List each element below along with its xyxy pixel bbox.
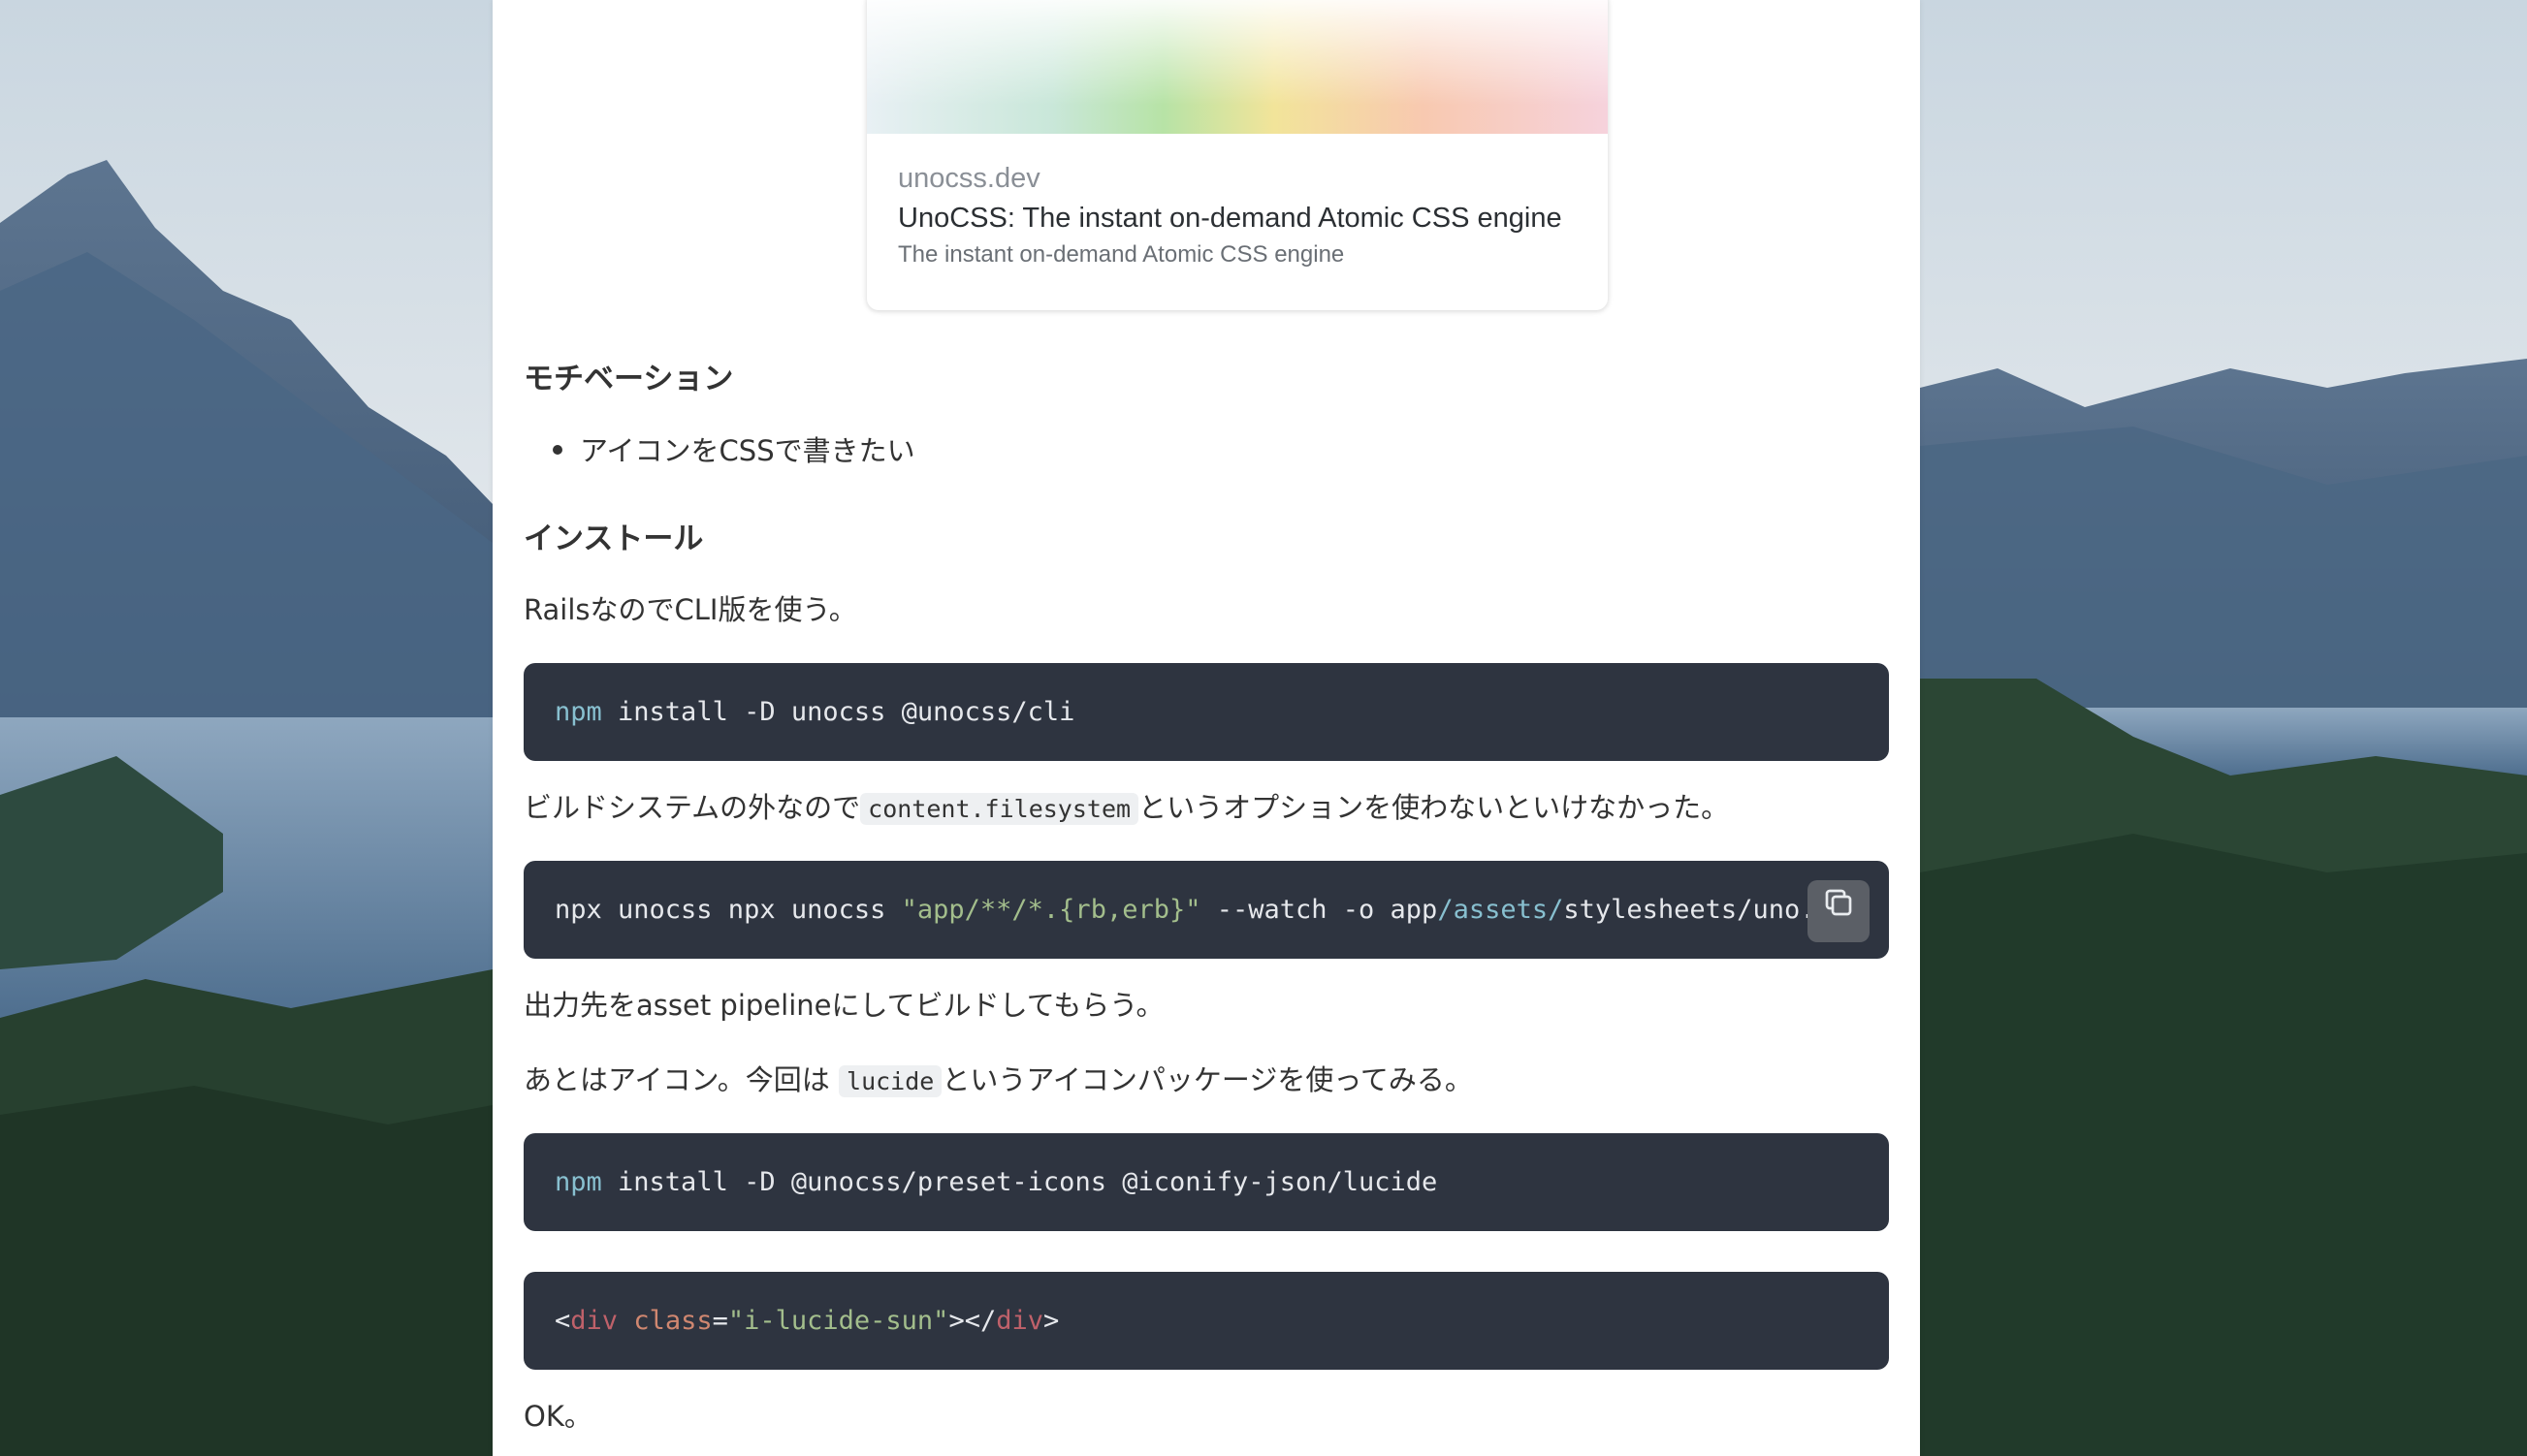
heading-install: インストール <box>524 522 704 556</box>
inline-code: lucide <box>839 1065 943 1097</box>
list-item-text: アイコンをCSSで書きたい <box>580 434 915 467</box>
link-card-description: The instant on-demand Atomic CSS engine <box>898 241 1345 268</box>
copy-icon <box>1821 863 1856 961</box>
link-card[interactable]: unocss.dev UnoCSS: The instant on-demand… <box>867 0 1608 310</box>
paragraph-lucide: あとはアイコン。今回は lucide というアイコンパッケージを使ってみる。 <box>524 1058 1473 1098</box>
link-card-title: UnoCSS: The instant on-demand Atomic CSS… <box>898 203 1562 234</box>
code-text: install -D @unocss/preset-icons @iconify… <box>601 1167 1438 1197</box>
code-text: npx unocss npx unocss <box>555 895 902 925</box>
code-punct: > <box>1043 1306 1060 1336</box>
code-punct: ></ <box>948 1306 997 1336</box>
bullet-icon <box>553 445 562 455</box>
code-path: /assets/ <box>1437 895 1564 925</box>
paragraph-text: というアイコンパッケージを使ってみる。 <box>942 1063 1473 1096</box>
code-text: --watch -o app <box>1200 895 1438 925</box>
paragraph-ok: OK。 <box>524 1400 592 1433</box>
paragraph-filesystem: ビルドシステムの外なので content.filesystem というオプションを使… <box>524 785 1729 826</box>
code-tag: div <box>570 1306 619 1336</box>
article-panel: unocss.dev UnoCSS: The instant on-demand… <box>493 0 1920 1456</box>
paragraph-rails-cli: RailsなのでCLI版を使う。 <box>524 593 857 626</box>
code-attr: class <box>633 1306 713 1336</box>
link-card-thumbnail <box>867 0 1608 134</box>
code-text: install -D unocss @unocss/cli <box>601 697 1075 727</box>
code-command: npm <box>555 1167 602 1197</box>
code-block-html[interactable]: <div class="i-lucide-sun"></div> <box>524 1272 1889 1370</box>
list-item: アイコンをCSSで書きたい <box>553 428 915 469</box>
code-command: npm <box>555 697 602 727</box>
code-punct: < <box>555 1306 571 1336</box>
code-block-install-icons[interactable]: npm install -D @unocss/preset-icons @ico… <box>524 1133 1889 1231</box>
code-punct: = <box>712 1306 728 1336</box>
paragraph-text: というオプションを使わないといけなかった。 <box>1138 791 1730 824</box>
link-card-domain: unocss.dev <box>898 163 1040 194</box>
paragraph-text: ビルドシステムの外なので <box>524 791 861 824</box>
code-string: "app/**/*.{rb,erb}" <box>901 895 1201 925</box>
code-string: "i-lucide-sun" <box>727 1306 949 1336</box>
paragraph-asset-pipeline: 出力先をasset pipelineにしてビルドしてもらう。 <box>524 989 1165 1022</box>
code-block-watch[interactable]: npx unocss npx unocss "app/**/*.{rb,erb}… <box>524 861 1889 959</box>
copy-button[interactable] <box>1807 880 1870 942</box>
heading-motivation: モチベーション <box>524 362 734 396</box>
paragraph-text: あとはアイコン。今回は <box>524 1063 830 1096</box>
inline-code: content.filesystem <box>860 793 1139 825</box>
code-block-install-cli[interactable]: npm install -D unocss @unocss/cli <box>524 663 1889 761</box>
code-tag: div <box>996 1306 1043 1336</box>
